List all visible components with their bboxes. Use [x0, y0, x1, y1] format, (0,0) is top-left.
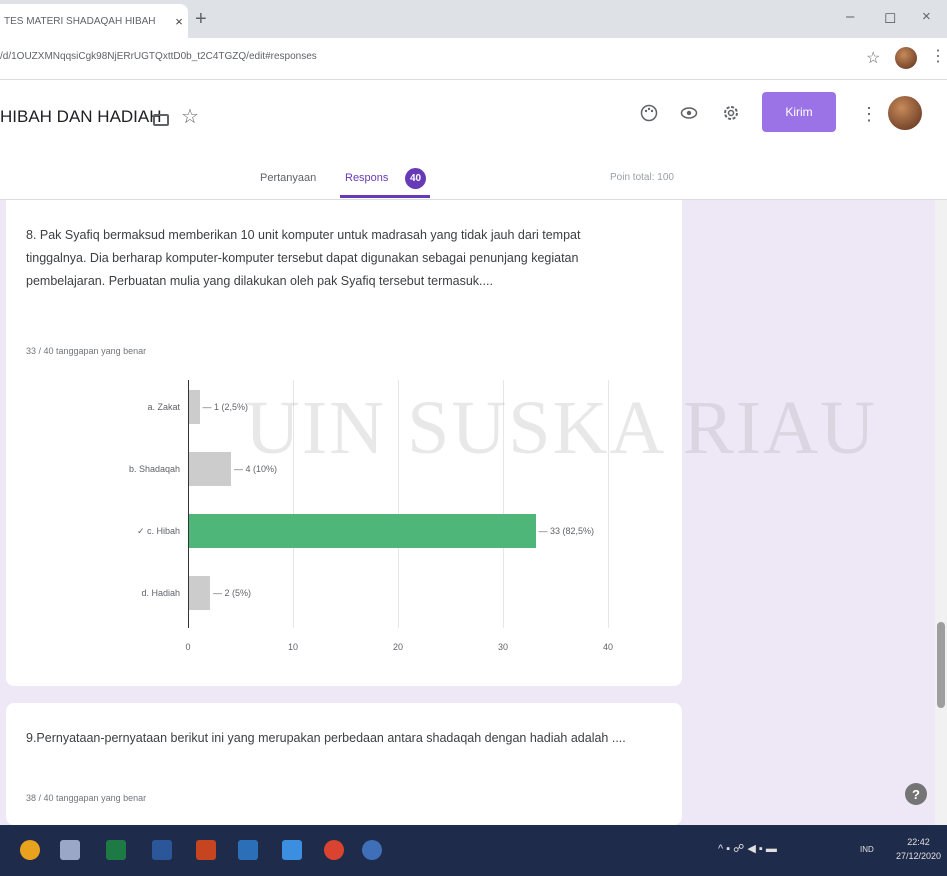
x-tick-label: 20: [392, 642, 403, 652]
tab-responses[interactable]: Respons: [345, 172, 388, 184]
star-icon[interactable]: ☆: [181, 104, 199, 129]
minimize-button[interactable]: –: [846, 8, 854, 25]
category-label: a. Zakat: [147, 402, 180, 412]
chrome-icon[interactable]: [324, 840, 344, 860]
category-label: d. Hadiah: [141, 588, 180, 598]
send-button[interactable]: Kirim: [762, 92, 836, 132]
url-field[interactable]: /d/1OUZXMNqqsiCgk98NjERrUGTQxttD0b_t2C4T…: [0, 51, 317, 62]
correct-response-count: 38 / 40 tanggapan yang benar: [26, 793, 147, 803]
question-text: 9.Pernyataan-pernyataan berikut ini yang…: [26, 731, 626, 745]
forms-header: HIBAH DAN HADIAH ☆ Kirim ⋮ Pertanyaan Re…: [0, 80, 947, 200]
gridline: [293, 380, 294, 628]
more-vert-icon[interactable]: ⋮: [860, 104, 878, 125]
form-title[interactable]: HIBAH DAN HADIAH: [0, 107, 162, 127]
publisher-icon[interactable]: [238, 840, 258, 860]
start-icon[interactable]: [20, 840, 40, 860]
bar-value-label: — 4 (10%): [234, 464, 278, 474]
gridline: [608, 380, 609, 628]
bar[interactable]: [189, 390, 200, 424]
folder-icon[interactable]: [153, 114, 169, 126]
powerpoint-icon[interactable]: [196, 840, 216, 860]
app-icon[interactable]: [282, 840, 302, 860]
address-bar: /d/1OUZXMNqqsiCgk98NjERrUGTQxttD0b_t2C4T…: [0, 38, 947, 80]
bar[interactable]: [189, 452, 231, 486]
bar-value-label: — 33 (82,5%): [538, 526, 595, 536]
bar[interactable]: [189, 576, 210, 610]
gridline: [503, 380, 504, 628]
gridline: [398, 380, 399, 628]
question-card-8: 8. Pak Syafiq bermaksud memberikan 10 un…: [6, 200, 682, 686]
new-tab-button[interactable]: +: [195, 8, 207, 31]
taskbar-clock[interactable]: 22:42 27/12/2020: [896, 835, 941, 863]
windows-taskbar: ^ ▪ ☍ ◀ ▪ ▬ IND 22:42 27/12/2020: [0, 825, 947, 876]
question-card-9: 9.Pernyataan-pernyataan berikut ini yang…: [6, 703, 682, 825]
x-tick-label: 0: [185, 642, 191, 652]
chrome-active-icon[interactable]: [362, 840, 382, 860]
help-icon[interactable]: ?: [905, 783, 927, 805]
tab-close-icon[interactable]: ×: [170, 14, 188, 29]
points-total: Poin total: 100: [610, 172, 674, 183]
x-tick-label: 40: [602, 642, 613, 652]
tab-questions[interactable]: Pertanyaan: [260, 172, 316, 184]
correct-response-count: 33 / 40 tanggapan yang benar: [26, 346, 147, 356]
excel-icon[interactable]: [106, 840, 126, 860]
browser-tab-bar: TES MATERI SHADAQAH HIBAH × + – ◻ ×: [0, 0, 947, 38]
gear-icon[interactable]: [722, 104, 740, 127]
browser-menu-icon[interactable]: ⋮: [930, 46, 946, 66]
browser-profile-avatar[interactable]: [895, 47, 917, 69]
system-tray-icons[interactable]: ^ ▪ ☍ ◀ ▪ ▬: [718, 842, 777, 855]
scrollbar-thumb[interactable]: [937, 622, 945, 708]
active-tab-indicator: [340, 195, 430, 198]
category-label: ✓ c. Hibah: [136, 526, 180, 536]
language-indicator[interactable]: IND: [860, 845, 874, 854]
question-text: 8. Pak Syafiq bermaksud memberikan 10 un…: [26, 228, 581, 288]
category-label: b. Shadaqah: [128, 464, 180, 474]
file-explorer-icon[interactable]: [60, 840, 80, 860]
word-icon[interactable]: [152, 840, 172, 860]
x-tick-label: 10: [287, 642, 298, 652]
maximize-button[interactable]: ◻: [884, 8, 896, 26]
clock-time: 22:42: [907, 837, 930, 847]
bar-value-label: — 1 (2,5%): [202, 402, 249, 412]
bar-value-label: — 2 (5%): [213, 588, 252, 598]
bar[interactable]: [189, 514, 536, 548]
x-tick-label: 30: [497, 642, 508, 652]
bookmark-star-icon[interactable]: ☆: [866, 48, 880, 68]
avatar[interactable]: [888, 96, 922, 130]
palette-icon[interactable]: [640, 104, 658, 127]
scrollbar-track[interactable]: [935, 200, 947, 825]
browser-tab[interactable]: TES MATERI SHADAQAH HIBAH ×: [0, 4, 188, 38]
tab-title: TES MATERI SHADAQAH HIBAH: [4, 15, 156, 27]
eye-icon[interactable]: [680, 104, 698, 127]
clock-date: 27/12/2020: [896, 851, 942, 861]
responses-count-badge: 40: [405, 168, 426, 189]
close-window-button[interactable]: ×: [922, 8, 931, 25]
